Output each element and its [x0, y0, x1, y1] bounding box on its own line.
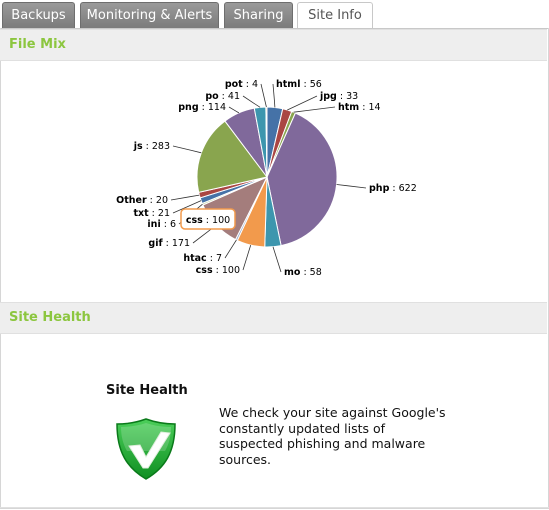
pie-label-other: Other : 20 [116, 195, 168, 206]
site-health-description: We check your site against Google's cons… [219, 405, 446, 467]
shield-check-icon [116, 418, 176, 480]
pie-label-po: po : 41 [205, 91, 240, 102]
pie-label-ini: ini : 6 [147, 219, 176, 230]
pie-label-js: js : 283 [133, 141, 170, 152]
pie-label-gif: gif : 171 [148, 238, 190, 249]
pie-label-png: png : 114 [178, 102, 226, 113]
site-health-header: Site Health [0, 302, 547, 334]
connector-js [172, 145, 202, 154]
tooltip-text: css : 100 [186, 215, 230, 226]
connector-pot [260, 83, 267, 108]
pie-label-jpg: jpg : 33 [319, 91, 358, 102]
site-health-section-title: Site Health [9, 310, 91, 325]
pie-label-html: html : 56 [276, 79, 322, 90]
site-health-heading: Site Health [106, 383, 188, 398]
chart-tooltip: css : 100 [180, 208, 236, 230]
pie-label-txt: txt : 21 [133, 208, 170, 219]
connector-png [228, 106, 240, 114]
pie-label-css: css : 100 [196, 265, 240, 276]
panel-bottom-border [0, 507, 549, 508]
pie-label-mo: mo : 58 [284, 267, 322, 278]
connector-other [170, 194, 200, 201]
pie-label-php: php : 622 [369, 183, 417, 194]
connector-css [242, 244, 252, 271]
connector-htac [224, 239, 237, 259]
connector-html [272, 83, 276, 108]
file-mix-pie-chart: html : 56jpg : 33htm : 14 php : 622 mo : 5… [116, 79, 417, 278]
connector-php [336, 184, 367, 189]
connector-mo [272, 246, 282, 273]
connector-htm [293, 106, 336, 113]
pie-label-htac: htac : 7 [183, 253, 222, 264]
pie-label-pot: pot : 4 [225, 79, 258, 90]
connector-jpg [287, 95, 318, 111]
connector-po [242, 95, 261, 108]
pie-label-htm: htm : 14 [338, 102, 381, 113]
